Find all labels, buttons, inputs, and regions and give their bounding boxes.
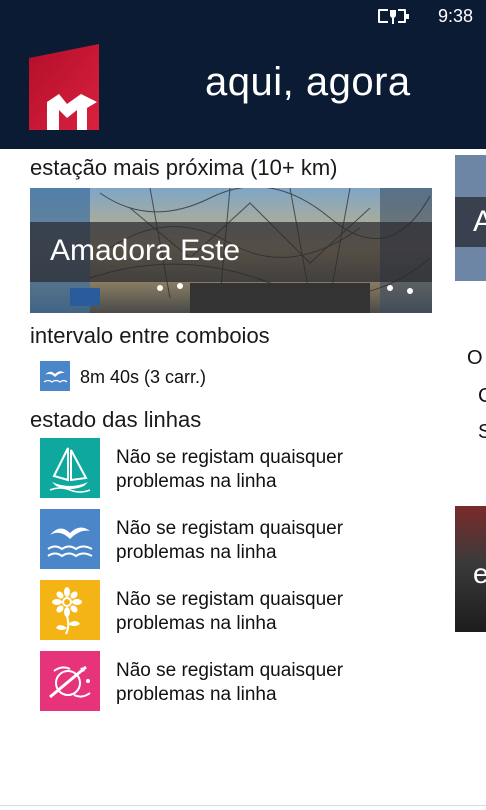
bottom-divider bbox=[0, 805, 486, 806]
next-panel-letter: A bbox=[473, 205, 486, 238]
compass-line-icon bbox=[40, 651, 100, 711]
sunflower-line-icon bbox=[40, 580, 100, 640]
charging-plug-icon bbox=[388, 6, 398, 24]
train-interval-value: 8m 40s (3 carr.) bbox=[80, 367, 207, 387]
gull-line-icon bbox=[40, 361, 70, 391]
station-name-band: Amadora Este bbox=[30, 222, 432, 282]
train-interval-label: intervalo entre comboios bbox=[30, 323, 270, 348]
gull-line-icon bbox=[40, 509, 100, 569]
line-status-label: estado das linhas bbox=[30, 407, 202, 432]
next-panel-photo-peek[interactable]: e bbox=[455, 506, 486, 632]
page-title: aqui, agora bbox=[205, 60, 411, 104]
next-panel-tile-peek[interactable]: A bbox=[455, 155, 486, 281]
app-header: aqui, agora bbox=[0, 32, 486, 149]
line-status-item[interactable]: Não se registam quaisquer problemas na l… bbox=[40, 509, 460, 571]
status-time: 9:38 bbox=[438, 6, 474, 26]
line-status-text: Não se registam quaisquer problemas na l… bbox=[116, 589, 344, 634]
nearest-station-label: estação mais próxima (10+ km) bbox=[30, 155, 338, 180]
boat-line-icon bbox=[40, 438, 100, 498]
line-status-item[interactable]: Não se registam quaisquer problemas na l… bbox=[40, 580, 460, 642]
line-status-item[interactable]: Não se registam quaisquer problemas na l… bbox=[40, 651, 460, 713]
status-bar: 9:38 bbox=[0, 0, 486, 32]
line-status-text: Não se registam quaisquer problemas na l… bbox=[116, 660, 344, 705]
line-status-text: Não se registam quaisquer problemas na l… bbox=[116, 518, 344, 563]
next-panel-letter: O bbox=[467, 347, 483, 369]
next-panel-letter: C bbox=[478, 385, 486, 407]
next-panel-letter: S bbox=[478, 421, 486, 443]
next-panel-letter: e bbox=[473, 558, 486, 589]
line-status-text: Não se registam quaisquer problemas na l… bbox=[116, 447, 344, 492]
station-tile[interactable]: Amadora Este bbox=[30, 188, 432, 313]
station-name: Amadora Este bbox=[50, 234, 241, 267]
metro-logo-icon[interactable] bbox=[29, 44, 99, 130]
line-status-item[interactable]: Não se registam quaisquer problemas na l… bbox=[40, 438, 460, 500]
